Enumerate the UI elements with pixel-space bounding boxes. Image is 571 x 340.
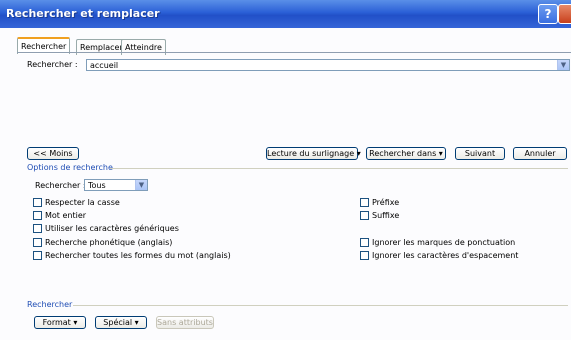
- ignore-punctuation-label: Ignorer les marques de ponctuation: [372, 238, 516, 247]
- suffix-checkbox[interactable]: [360, 211, 369, 220]
- wildcards-checkbox[interactable]: [33, 224, 42, 233]
- find-section-heading: Rechercher: [27, 300, 73, 309]
- help-button[interactable]: ?: [538, 4, 558, 24]
- search-label: Rechercher :: [27, 60, 78, 69]
- separator: [73, 305, 568, 306]
- search-value: accueil: [90, 61, 119, 70]
- reading-highlight-label: Lecture du surlignage: [267, 149, 355, 158]
- chevron-down-icon[interactable]: ▼: [557, 60, 569, 70]
- title-bar: Rechercher et remplacer ?: [0, 0, 571, 28]
- prefix-label: Préfixe: [372, 198, 400, 207]
- next-button[interactable]: Suivant: [455, 147, 505, 160]
- match-case-label: Respecter la casse: [45, 198, 120, 207]
- tab-label: Rechercher: [21, 42, 67, 51]
- search-input[interactable]: accueil ▼: [86, 59, 570, 71]
- find-in-label: Rechercher dans: [369, 149, 437, 158]
- reading-highlight-button[interactable]: Lecture du surlignage ▾: [266, 147, 361, 160]
- ignore-whitespace-checkbox[interactable]: [360, 251, 369, 260]
- dropdown-arrow-icon: ▾: [356, 149, 361, 158]
- format-label: Format: [42, 318, 71, 327]
- special-label: Spécial: [103, 318, 133, 327]
- chevron-down-icon[interactable]: ▼: [135, 180, 147, 190]
- find-in-button[interactable]: Rechercher dans ▾: [366, 147, 446, 160]
- match-case-checkbox[interactable]: [33, 198, 42, 207]
- cancel-button[interactable]: Annuler: [513, 147, 567, 160]
- direction-label: Rechercher :: [35, 181, 86, 190]
- special-button[interactable]: Spécial ▾: [95, 316, 147, 329]
- dropdown-arrow-icon: ▾: [73, 318, 78, 327]
- sounds-like-label: Recherche phonétique (anglais): [45, 238, 173, 247]
- whole-word-checkbox[interactable]: [33, 211, 42, 220]
- tab-panel-border: [17, 52, 571, 53]
- dropdown-arrow-icon: ▾: [134, 318, 139, 327]
- format-button[interactable]: Format ▾: [34, 316, 86, 329]
- prefix-checkbox[interactable]: [360, 198, 369, 207]
- window-title: Rechercher et remplacer: [6, 7, 160, 20]
- search-options-heading: Options de recherche: [27, 163, 113, 172]
- sounds-like-checkbox[interactable]: [33, 238, 42, 247]
- ignore-whitespace-label: Ignorer les caractères d'espacement: [372, 251, 519, 260]
- separator: [110, 168, 568, 169]
- dropdown-arrow-icon: ▾: [438, 149, 443, 158]
- tab-label: Remplacer: [80, 43, 123, 52]
- less-button[interactable]: << Moins: [27, 147, 79, 160]
- direction-select[interactable]: Tous ▼: [84, 179, 148, 191]
- word-forms-checkbox[interactable]: [33, 251, 42, 260]
- suffix-label: Suffixe: [372, 211, 400, 220]
- tab-label: Atteindre: [125, 43, 162, 52]
- whole-word-label: Mot entier: [45, 211, 87, 220]
- wildcards-label: Utiliser les caractères génériques: [45, 224, 179, 233]
- ignore-punctuation-checkbox[interactable]: [360, 238, 369, 247]
- word-forms-label: Rechercher toutes les formes du mot (ang…: [45, 251, 231, 260]
- close-button[interactable]: [558, 4, 571, 24]
- no-formatting-button[interactable]: Sans attributs: [156, 316, 214, 329]
- direction-value: Tous: [88, 181, 106, 190]
